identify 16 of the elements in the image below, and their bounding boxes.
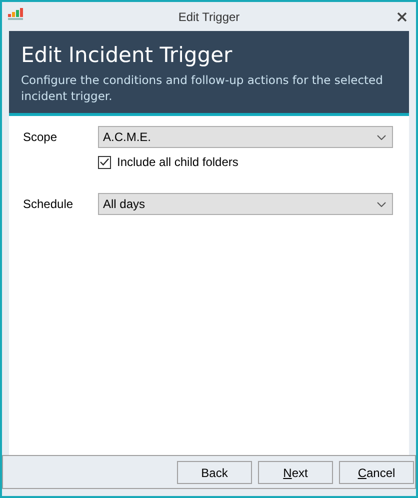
header-description: Configure the conditions and follow-up actions for the selected incident trigger. — [21, 72, 384, 104]
dropdown[interactable]: A.C.M.E. — [98, 126, 393, 148]
dialog-button[interactable]: Next — [258, 461, 333, 484]
chevron-down-icon — [377, 202, 386, 206]
field-label: Scope — [22, 130, 58, 144]
field-label: Schedule — [22, 197, 74, 211]
dialog-button[interactable]: Back — [177, 461, 252, 484]
header-title: Edit Incident Trigger — [21, 42, 234, 69]
chevron-down-icon — [377, 134, 386, 140]
app-logo-icon — [8, 8, 26, 20]
checkbox-label: Include all child folders — [117, 155, 238, 169]
close-icon[interactable] — [397, 12, 407, 22]
checkbox[interactable] — [98, 156, 111, 168]
dropdown[interactable]: All days — [98, 193, 393, 215]
window-title: Edit Trigger — [178, 10, 240, 24]
dialog-button[interactable]: Cancel — [339, 461, 414, 484]
